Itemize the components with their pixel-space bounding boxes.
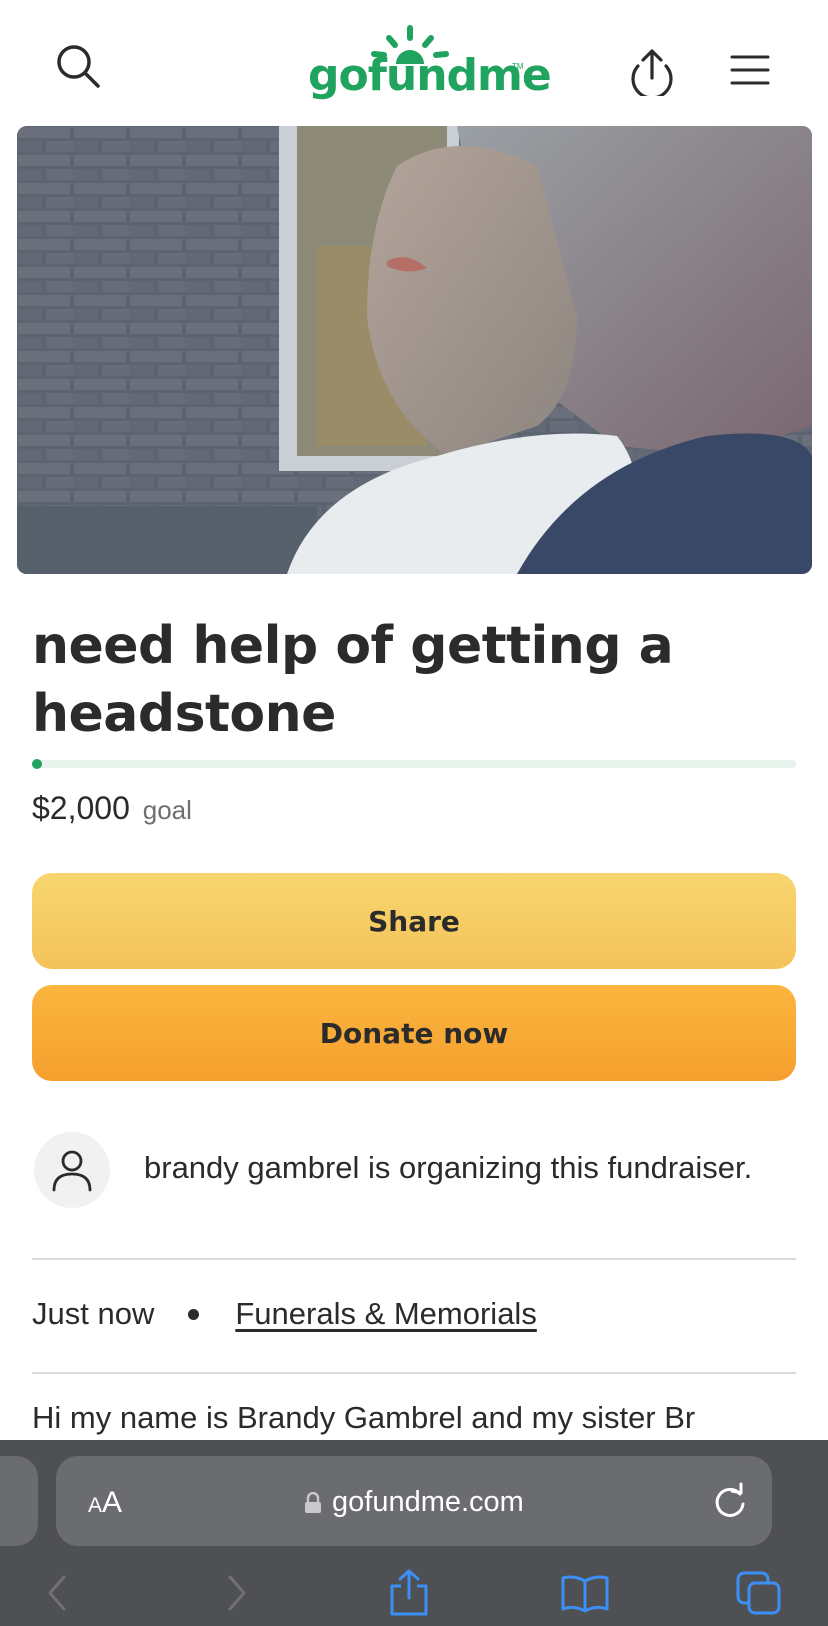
search-button[interactable] — [48, 36, 108, 96]
organizer-avatar — [34, 1132, 110, 1208]
campaign-hero-image — [17, 126, 812, 574]
page: gofundme TM need help of getting a heads… — [0, 0, 828, 1626]
logo-wordmark: gofundme — [308, 50, 552, 101]
category-link[interactable]: Funerals & Memorials — [235, 1296, 536, 1332]
progress-fill — [32, 759, 42, 769]
share-icon — [390, 1569, 428, 1616]
back-button[interactable] — [30, 1568, 84, 1618]
aa-large: A — [102, 1486, 123, 1519]
book-icon — [561, 1575, 609, 1613]
tabs-icon — [736, 1571, 781, 1615]
forward-button[interactable] — [210, 1568, 264, 1618]
header-share-button[interactable] — [620, 38, 684, 102]
share-upload-icon — [631, 49, 673, 96]
campaign-meta: Just now Funerals & Memorials — [32, 1296, 537, 1332]
menu-button[interactable] — [720, 40, 780, 100]
url-display: gofundme.com — [304, 1486, 524, 1519]
tabs-button[interactable] — [732, 1568, 786, 1618]
campaign-title: need help of getting a headstone — [32, 616, 674, 744]
site-header: gofundme TM — [0, 0, 828, 126]
url-text: gofundme.com — [332, 1486, 524, 1518]
story-preview: Hi my name is Brandy Gambrel and my sist… — [32, 1400, 696, 1435]
goal-amount: $2,000 — [32, 790, 130, 826]
logo-trademark: TM — [512, 62, 524, 71]
address-bar[interactable]: AA gofundme.com — [56, 1456, 772, 1546]
search-icon — [57, 45, 100, 88]
browser-share-button[interactable] — [382, 1568, 436, 1618]
chevron-left-icon — [48, 1575, 66, 1611]
separator-dot — [188, 1308, 200, 1320]
reader-aa-button[interactable]: AA — [88, 1486, 122, 1520]
goal-label: goal — [142, 795, 192, 825]
organizer-text: brandy gambrel is organizing this fundra… — [144, 1150, 753, 1185]
hamburger-menu-icon — [730, 55, 770, 85]
donation-progress-bar — [32, 759, 796, 769]
hero-photo — [17, 126, 812, 574]
divider — [32, 1372, 796, 1374]
created-time: Just now — [32, 1296, 155, 1331]
divider — [32, 1258, 796, 1260]
donate-now-button[interactable]: Donate now — [32, 985, 796, 1081]
gofundme-logo[interactable]: gofundme TM — [300, 24, 552, 110]
share-button[interactable]: Share — [32, 873, 796, 969]
goal-line: $2,000 goal — [32, 790, 192, 827]
lock-icon — [305, 1491, 321, 1513]
chevron-right-icon — [228, 1575, 246, 1611]
aa-small: A — [88, 1494, 103, 1517]
user-icon — [52, 1150, 92, 1192]
browser-toolbar: AA gofundme.com — [0, 1440, 828, 1626]
reload-button[interactable] — [710, 1482, 750, 1522]
previous-tab-peek[interactable] — [0, 1456, 38, 1546]
reload-icon — [715, 1482, 745, 1517]
bookmarks-button[interactable] — [558, 1568, 612, 1618]
